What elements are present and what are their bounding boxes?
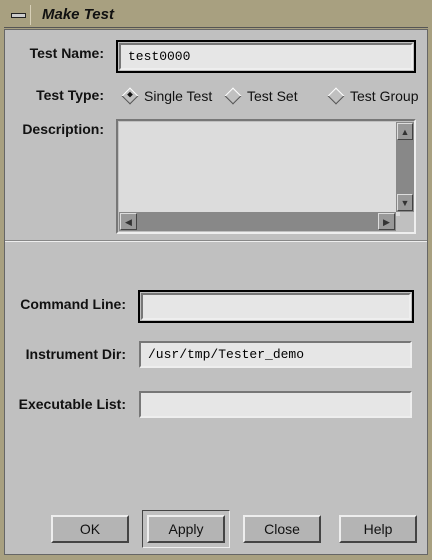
separator <box>5 240 427 242</box>
command-line-label: Command Line: <box>20 296 126 312</box>
window-menu-icon <box>11 13 26 18</box>
scroll-up-arrow-icon[interactable]: ▲ <box>397 123 413 140</box>
description-scrolled-window: ▲ ▼ ◀ ▶ <box>116 119 416 234</box>
horizontal-scrollbar[interactable]: ◀ ▶ <box>119 212 396 231</box>
radio-test-group[interactable]: Test Group <box>327 87 419 105</box>
radio-selected-icon <box>121 87 139 105</box>
instrument-dir-label: Instrument Dir: <box>25 346 126 362</box>
executable-list-label: Executable List: <box>18 396 126 412</box>
instrument-dir-input[interactable] <box>139 341 412 368</box>
apply-button[interactable]: Apply <box>147 515 225 543</box>
help-button[interactable]: Help <box>339 515 417 543</box>
test-type-label: Test Type: <box>36 87 104 103</box>
description-label: Description: <box>22 121 104 137</box>
executable-list-input[interactable] <box>139 391 412 418</box>
radio-test-set[interactable]: Test Set <box>224 87 298 105</box>
scroll-right-arrow-icon[interactable]: ▶ <box>378 213 395 230</box>
radio-label: Test Set <box>247 88 298 104</box>
dialog-body <box>4 29 428 555</box>
ok-button[interactable]: OK <box>51 515 129 543</box>
radio-label: Test Group <box>350 88 419 104</box>
radio-single-test[interactable]: Single Test <box>121 87 213 105</box>
radio-label: Single Test <box>144 88 213 104</box>
test-name-label: Test Name: <box>29 45 104 61</box>
description-textarea[interactable] <box>119 122 400 216</box>
scroll-down-arrow-icon[interactable]: ▼ <box>397 194 413 211</box>
vertical-scrollbar[interactable]: ▲ ▼ <box>396 122 414 212</box>
test-name-input[interactable] <box>116 40 416 73</box>
window-menu-button[interactable] <box>6 5 31 25</box>
close-button[interactable]: Close <box>243 515 321 543</box>
command-line-input[interactable] <box>138 290 414 323</box>
scroll-left-arrow-icon[interactable]: ◀ <box>120 213 137 230</box>
title-bar[interactable]: Make Test <box>4 3 428 28</box>
radio-icon <box>224 87 242 105</box>
window-title: Make Test <box>42 6 114 23</box>
radio-icon <box>327 87 345 105</box>
